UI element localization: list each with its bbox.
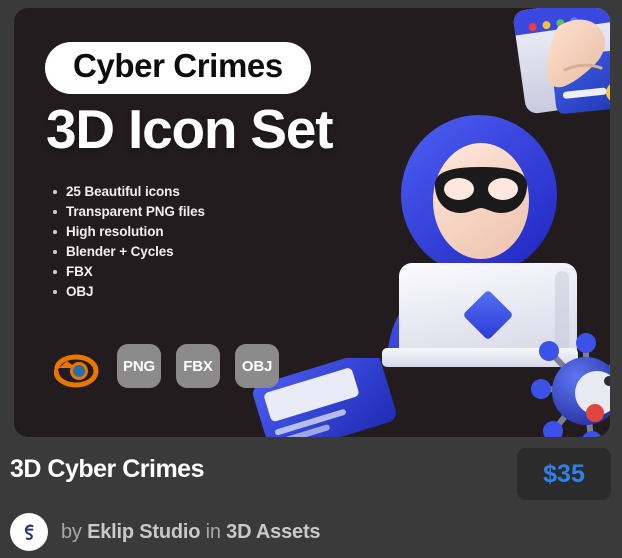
list-item: Transparent PNG files	[51, 202, 332, 222]
byline-middle: in	[205, 520, 221, 543]
preview-card[interactable]: Cyber Crimes 3D Icon Set 25 Beautiful ic…	[14, 8, 610, 437]
page-title[interactable]: 3D Cyber Crimes	[10, 455, 204, 484]
byline-text: by Eklip Studio in 3D Assets	[61, 520, 321, 544]
promo-text-block: Cyber Crimes 3D Icon Set 25 Beautiful ic…	[45, 42, 334, 302]
list-item: 25 Beautiful icons	[51, 182, 332, 202]
price-badge[interactable]: $35	[517, 448, 611, 500]
format-row: PNG FBX OBJ	[54, 344, 279, 388]
feature-list: 25 Beautiful icons Transparent PNG files…	[51, 182, 332, 302]
author-link[interactable]: Eklip Studio	[87, 521, 200, 543]
list-item: OBJ	[51, 282, 332, 302]
format-badge-obj[interactable]: OBJ	[235, 344, 279, 388]
format-badge-fbx[interactable]: FBX	[176, 344, 220, 388]
blender-logo-icon	[54, 354, 99, 388]
byline-prefix: by	[61, 520, 82, 543]
listing-info-bar: 3D Cyber Crimes $35 by Eklip Studio in 3…	[0, 437, 622, 558]
eklip-studio-avatar-icon	[24, 524, 34, 540]
product-listing: Cyber Crimes 3D Icon Set 25 Beautiful ic…	[0, 0, 622, 558]
list-item: Blender + Cycles	[51, 242, 332, 262]
virus-malware-3d-icon	[531, 333, 610, 437]
byline: by Eklip Studio in 3D Assets	[10, 513, 321, 551]
list-item: High resolution	[51, 222, 332, 242]
format-badge-png[interactable]: PNG	[117, 344, 161, 388]
category-pill: Cyber Crimes	[45, 42, 311, 94]
category-link[interactable]: 3D Assets	[226, 521, 320, 543]
promo-headline: 3D Icon Set	[46, 97, 334, 160]
hand-holding-credit-card-3d-icon	[513, 8, 610, 114]
avatar[interactable]	[10, 513, 48, 551]
list-item: FBX	[51, 262, 332, 282]
